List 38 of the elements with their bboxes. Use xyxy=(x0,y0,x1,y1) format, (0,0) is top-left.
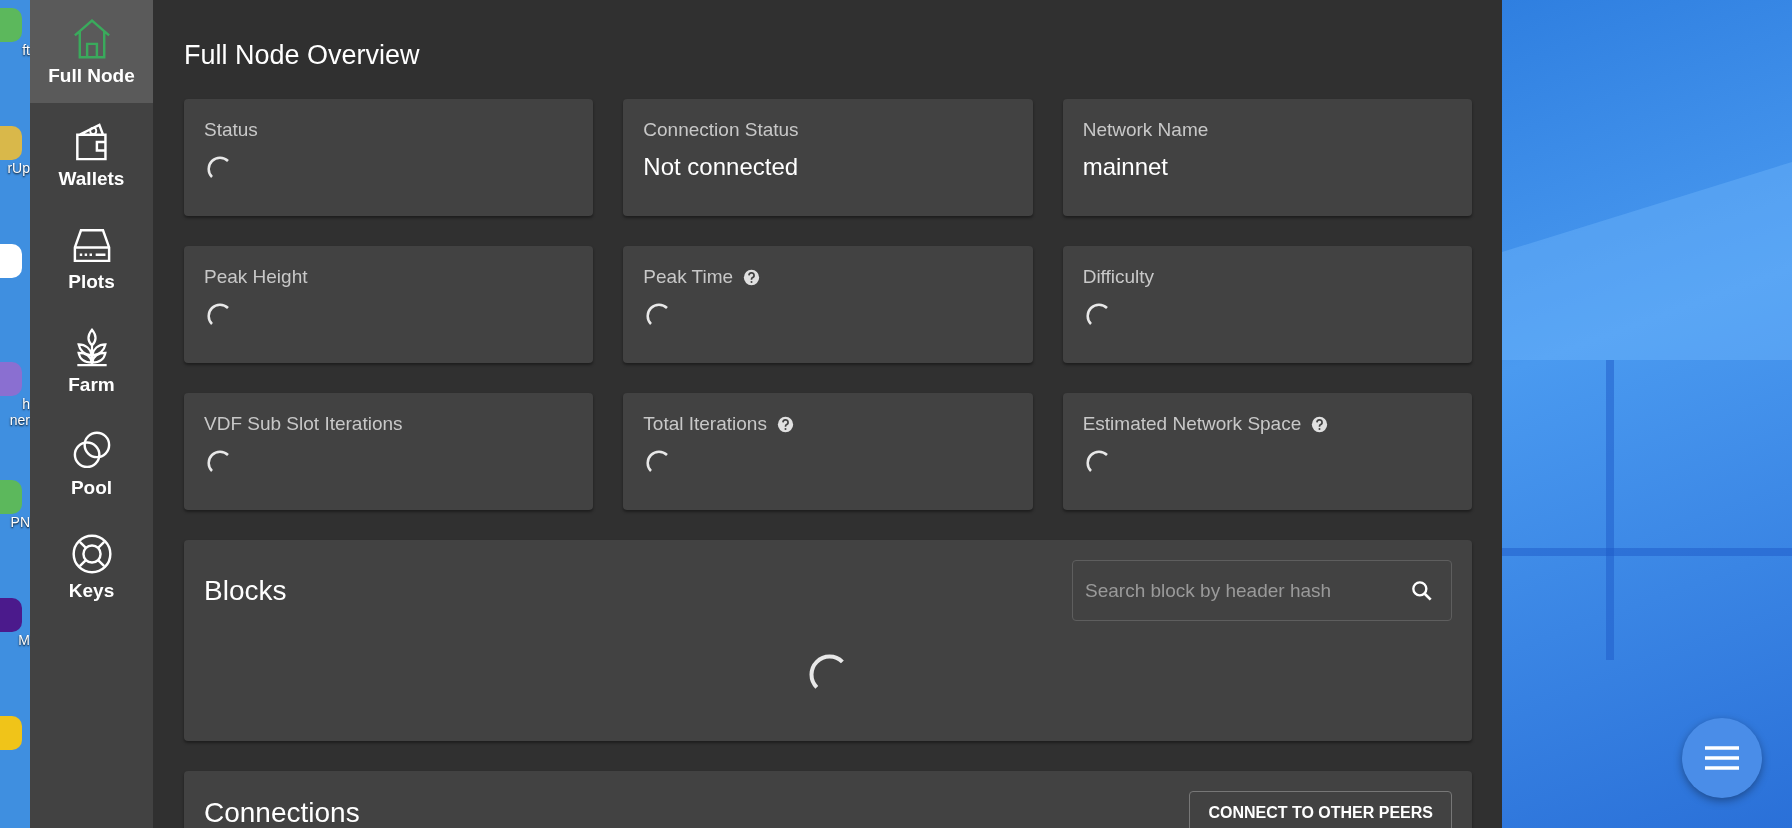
desktop-icon-label: rUp xyxy=(7,160,30,176)
page-title: Full Node Overview xyxy=(184,40,421,71)
lifebuoy-icon xyxy=(69,531,114,576)
sidebar-item[interactable]: Keys xyxy=(30,515,153,618)
sidebar-item[interactable]: Pool xyxy=(30,412,153,515)
help-icon[interactable] xyxy=(1311,415,1329,433)
desktop-icon-label: M xyxy=(18,632,30,648)
panel-title: Connections xyxy=(204,797,360,828)
desktop-app-icon[interactable] xyxy=(0,716,22,750)
card-value: mainnet xyxy=(1082,153,1170,181)
card-label: Difficulty xyxy=(1082,266,1155,288)
card-label: VDF Sub Slot Iterations xyxy=(204,413,403,435)
sidebar-item[interactable]: Plots xyxy=(30,206,153,309)
help-icon[interactable] xyxy=(776,415,794,433)
desktop-app-icon[interactable] xyxy=(0,598,22,632)
card-label: Connection Status xyxy=(643,119,799,141)
card-label: Status xyxy=(204,119,258,141)
menu-button[interactable] xyxy=(1682,718,1762,798)
card-label: Estimated Network Space xyxy=(1082,413,1302,435)
desktop-icon-label: ft xyxy=(22,42,30,58)
card-label: Peak Time xyxy=(643,266,734,288)
sidebar-item[interactable]: Full Node xyxy=(30,0,153,103)
card-label: Total Iterations xyxy=(643,413,767,435)
panel-title: Blocks xyxy=(204,574,287,607)
sidebar-item[interactable]: Wallets xyxy=(30,103,153,206)
desktop-app-icon[interactable] xyxy=(0,244,22,278)
desktop-icon-label: ner xyxy=(9,412,30,428)
card-label: Network Name xyxy=(1082,119,1209,141)
desktop-icon-label: PN xyxy=(10,514,30,530)
search-field[interactable]: Search block by header hash xyxy=(1072,560,1452,621)
card-label: Peak Height xyxy=(204,266,308,288)
help-icon[interactable] xyxy=(743,268,761,286)
connect-peers-button[interactable]: CONNECT TO OTHER PEERS xyxy=(1189,791,1452,828)
sidebar-item[interactable]: Farm xyxy=(30,309,153,412)
card-value: Not connected xyxy=(643,153,800,181)
desktop-icon-label: h xyxy=(22,396,30,412)
search-input[interactable]: Search block by header hash xyxy=(1083,578,1409,603)
menu-icon xyxy=(1703,745,1741,771)
